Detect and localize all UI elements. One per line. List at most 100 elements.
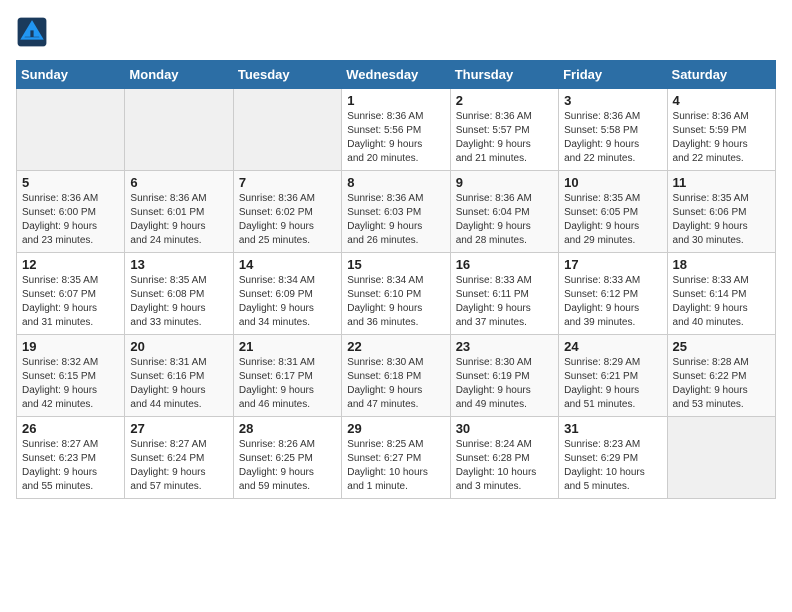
weekday-header: Thursday <box>450 61 558 89</box>
day-info: Sunrise: 8:28 AM Sunset: 6:22 PM Dayligh… <box>673 356 770 412</box>
logo <box>16 16 52 48</box>
calendar-day-cell: 2 Sunrise: 8:36 AM Sunset: 5:57 PM Daylig… <box>450 89 558 171</box>
day-info: Sunrise: 8:35 AM Sunset: 6:07 PM Dayligh… <box>22 274 119 330</box>
day-number: 22 <box>347 339 444 354</box>
day-number: 17 <box>564 257 661 272</box>
day-number: 12 <box>22 257 119 272</box>
calendar-day-cell: 28 Sunrise: 8:26 AM Sunset: 6:25 PM Dayli… <box>233 417 341 499</box>
calendar-day-cell: 24 Sunrise: 8:29 AM Sunset: 6:21 PM Dayli… <box>559 335 667 417</box>
day-number: 6 <box>130 175 227 190</box>
calendar-table: SundayMondayTuesdayWednesdayThursdayFrid… <box>16 60 776 499</box>
calendar-day-cell: 19 Sunrise: 8:32 AM Sunset: 6:15 PM Dayli… <box>17 335 125 417</box>
day-number: 15 <box>347 257 444 272</box>
calendar-day-cell: 16Sunrise: 8:33 AM Sunset: 6:11 PM Dayli… <box>450 253 558 335</box>
day-info: Sunrise: 8:30 AM Sunset: 6:18 PM Dayligh… <box>347 356 444 412</box>
day-info: Sunrise: 8:36 AM Sunset: 6:01 PM Dayligh… <box>130 192 227 248</box>
calendar-day-cell: 27 Sunrise: 8:27 AM Sunset: 6:24 PM Dayli… <box>125 417 233 499</box>
day-info: Sunrise: 8:33 AM Sunset: 6:14 PM Dayligh… <box>673 274 770 330</box>
day-info: Sunrise: 8:24 AM Sunset: 6:28 PM Dayligh… <box>456 438 553 494</box>
calendar-week-row: 5 Sunrise: 8:36 AM Sunset: 6:00 PM Daylig… <box>17 171 776 253</box>
calendar-day-cell: 18 Sunrise: 8:33 AM Sunset: 6:14 PM Dayli… <box>667 253 775 335</box>
day-info: Sunrise: 8:36 AM Sunset: 6:04 PM Dayligh… <box>456 192 553 248</box>
calendar-day-cell: 11Sunrise: 8:35 AM Sunset: 6:06 PM Dayli… <box>667 171 775 253</box>
calendar-day-cell: 17 Sunrise: 8:33 AM Sunset: 6:12 PM Dayli… <box>559 253 667 335</box>
calendar-day-cell <box>125 89 233 171</box>
day-info: Sunrise: 8:36 AM Sunset: 5:59 PM Dayligh… <box>673 110 770 166</box>
day-info: Sunrise: 8:29 AM Sunset: 6:21 PM Dayligh… <box>564 356 661 412</box>
calendar-day-cell: 9 Sunrise: 8:36 AM Sunset: 6:04 PM Daylig… <box>450 171 558 253</box>
day-number: 18 <box>673 257 770 272</box>
calendar-day-cell: 13 Sunrise: 8:35 AM Sunset: 6:08 PM Dayli… <box>125 253 233 335</box>
day-number: 9 <box>456 175 553 190</box>
day-info: Sunrise: 8:35 AM Sunset: 6:05 PM Dayligh… <box>564 192 661 248</box>
calendar-day-cell: 4 Sunrise: 8:36 AM Sunset: 5:59 PM Daylig… <box>667 89 775 171</box>
day-number: 19 <box>22 339 119 354</box>
calendar-day-cell: 1Sunrise: 8:36 AM Sunset: 5:56 PM Daylig… <box>342 89 450 171</box>
day-number: 25 <box>673 339 770 354</box>
page-header <box>16 16 776 48</box>
day-number: 30 <box>456 421 553 436</box>
day-info: Sunrise: 8:36 AM Sunset: 5:56 PM Dayligh… <box>347 110 444 166</box>
day-info: Sunrise: 8:30 AM Sunset: 6:19 PM Dayligh… <box>456 356 553 412</box>
weekday-header: Saturday <box>667 61 775 89</box>
calendar-day-cell: 25 Sunrise: 8:28 AM Sunset: 6:22 PM Dayli… <box>667 335 775 417</box>
day-info: Sunrise: 8:36 AM Sunset: 6:00 PM Dayligh… <box>22 192 119 248</box>
weekday-header: Friday <box>559 61 667 89</box>
day-number: 5 <box>22 175 119 190</box>
calendar-day-cell: 12 Sunrise: 8:35 AM Sunset: 6:07 PM Dayli… <box>17 253 125 335</box>
day-info: Sunrise: 8:25 AM Sunset: 6:27 PM Dayligh… <box>347 438 444 494</box>
day-info: Sunrise: 8:27 AM Sunset: 6:24 PM Dayligh… <box>130 438 227 494</box>
day-info: Sunrise: 8:33 AM Sunset: 6:12 PM Dayligh… <box>564 274 661 330</box>
day-number: 29 <box>347 421 444 436</box>
calendar-day-cell: 14 Sunrise: 8:34 AM Sunset: 6:09 PM Dayli… <box>233 253 341 335</box>
calendar-header-row: SundayMondayTuesdayWednesdayThursdayFrid… <box>17 61 776 89</box>
calendar-week-row: 19 Sunrise: 8:32 AM Sunset: 6:15 PM Dayli… <box>17 335 776 417</box>
calendar-day-cell: 10 Sunrise: 8:35 AM Sunset: 6:05 PM Dayli… <box>559 171 667 253</box>
day-info: Sunrise: 8:35 AM Sunset: 6:08 PM Dayligh… <box>130 274 227 330</box>
day-number: 7 <box>239 175 336 190</box>
day-number: 4 <box>673 93 770 108</box>
day-info: Sunrise: 8:26 AM Sunset: 6:25 PM Dayligh… <box>239 438 336 494</box>
calendar-day-cell: 15 Sunrise: 8:34 AM Sunset: 6:10 PM Dayli… <box>342 253 450 335</box>
calendar-day-cell: 7Sunrise: 8:36 AM Sunset: 6:02 PM Daylig… <box>233 171 341 253</box>
day-info: Sunrise: 8:35 AM Sunset: 6:06 PM Dayligh… <box>673 192 770 248</box>
day-number: 26 <box>22 421 119 436</box>
day-info: Sunrise: 8:23 AM Sunset: 6:29 PM Dayligh… <box>564 438 661 494</box>
day-number: 13 <box>130 257 227 272</box>
day-info: Sunrise: 8:34 AM Sunset: 6:09 PM Dayligh… <box>239 274 336 330</box>
day-info: Sunrise: 8:34 AM Sunset: 6:10 PM Dayligh… <box>347 274 444 330</box>
weekday-header: Tuesday <box>233 61 341 89</box>
logo-icon <box>16 16 48 48</box>
day-number: 14 <box>239 257 336 272</box>
day-number: 10 <box>564 175 661 190</box>
calendar-day-cell: 22 Sunrise: 8:30 AM Sunset: 6:18 PM Dayli… <box>342 335 450 417</box>
calendar-day-cell: 23Sunrise: 8:30 AM Sunset: 6:19 PM Dayli… <box>450 335 558 417</box>
weekday-header: Wednesday <box>342 61 450 89</box>
day-number: 28 <box>239 421 336 436</box>
calendar-day-cell: 29 Sunrise: 8:25 AM Sunset: 6:27 PM Dayli… <box>342 417 450 499</box>
calendar-day-cell <box>667 417 775 499</box>
day-number: 2 <box>456 93 553 108</box>
day-info: Sunrise: 8:36 AM Sunset: 5:58 PM Dayligh… <box>564 110 661 166</box>
calendar-week-row: 1Sunrise: 8:36 AM Sunset: 5:56 PM Daylig… <box>17 89 776 171</box>
day-info: Sunrise: 8:36 AM Sunset: 5:57 PM Dayligh… <box>456 110 553 166</box>
calendar-day-cell: 8Sunrise: 8:36 AM Sunset: 6:03 PM Daylig… <box>342 171 450 253</box>
calendar-day-cell: 21Sunrise: 8:31 AM Sunset: 6:17 PM Dayli… <box>233 335 341 417</box>
day-number: 31 <box>564 421 661 436</box>
weekday-header: Sunday <box>17 61 125 89</box>
calendar-day-cell: 31 Sunrise: 8:23 AM Sunset: 6:29 PM Dayli… <box>559 417 667 499</box>
day-number: 24 <box>564 339 661 354</box>
calendar-week-row: 26Sunrise: 8:27 AM Sunset: 6:23 PM Dayli… <box>17 417 776 499</box>
calendar-day-cell <box>17 89 125 171</box>
day-info: Sunrise: 8:31 AM Sunset: 6:16 PM Dayligh… <box>130 356 227 412</box>
day-info: Sunrise: 8:33 AM Sunset: 6:11 PM Dayligh… <box>456 274 553 330</box>
calendar-day-cell <box>233 89 341 171</box>
weekday-header: Monday <box>125 61 233 89</box>
day-number: 20 <box>130 339 227 354</box>
day-info: Sunrise: 8:32 AM Sunset: 6:15 PM Dayligh… <box>22 356 119 412</box>
day-number: 3 <box>564 93 661 108</box>
calendar-day-cell: 3 Sunrise: 8:36 AM Sunset: 5:58 PM Daylig… <box>559 89 667 171</box>
day-number: 27 <box>130 421 227 436</box>
day-info: Sunrise: 8:31 AM Sunset: 6:17 PM Dayligh… <box>239 356 336 412</box>
day-number: 8 <box>347 175 444 190</box>
